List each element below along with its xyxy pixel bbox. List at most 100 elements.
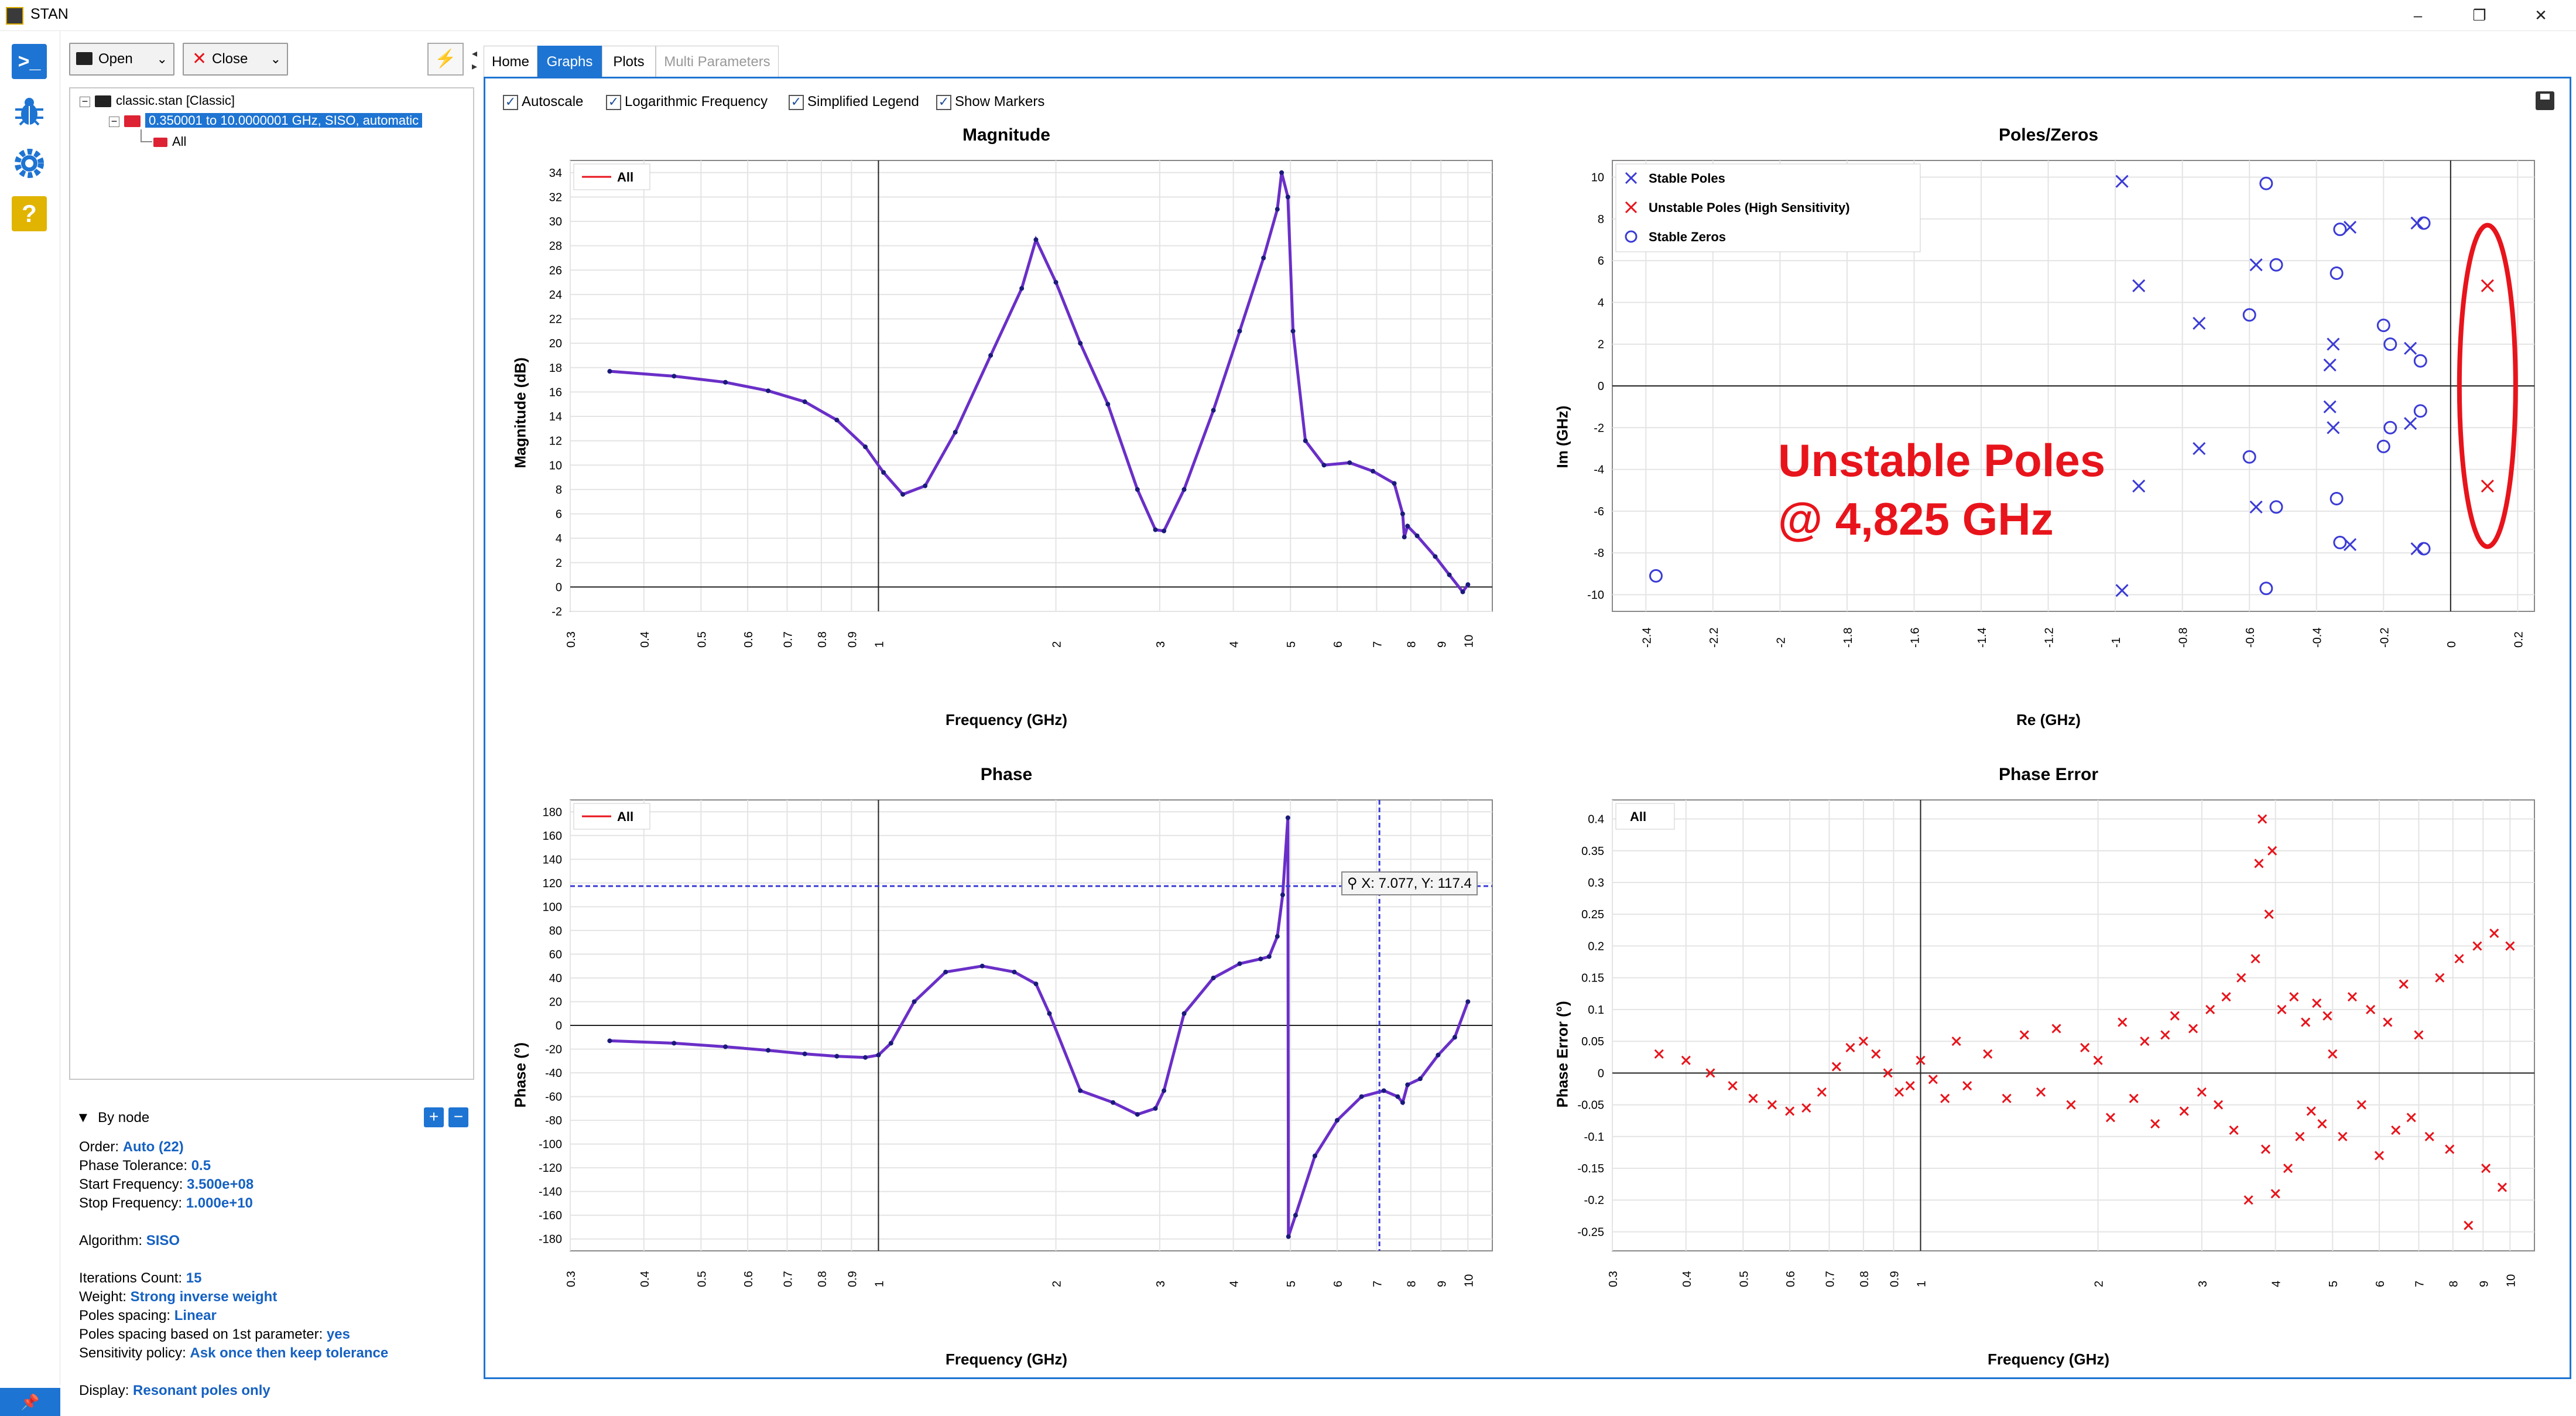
x-tick-label: 0.9 — [1888, 1271, 1901, 1287]
prop-sensitivity: Sensitivity policy: Ask once then keep t… — [79, 1345, 389, 1361]
prop-stop-frequency: Stop Frequency: 1.000e+10 — [79, 1195, 253, 1211]
x-tick-label: 0.8 — [1858, 1271, 1871, 1287]
data-point — [1405, 524, 1410, 529]
y-tick-label: -2 — [1594, 422, 1604, 435]
help-icon[interactable]: ? — [12, 196, 47, 231]
x-tick-label: 0.4 — [639, 1271, 652, 1287]
data-point — [1392, 481, 1397, 486]
y-tick-label: 2 — [556, 557, 562, 570]
data-point — [1033, 237, 1039, 242]
x-tick-label: 2 — [1051, 1281, 1064, 1287]
y-tick-label: 140 — [543, 853, 562, 866]
show-markers-checkbox[interactable]: ✓ Show Markers — [936, 94, 1044, 110]
prop-iterations-value[interactable]: 15 — [186, 1270, 202, 1286]
tree-collapse-toggle[interactable]: − — [80, 96, 90, 107]
tab-graphs[interactable]: Graphs — [537, 46, 602, 77]
y-tick-label: 10 — [549, 459, 562, 472]
phase-plot[interactable]: 0.3 0.4 0.5 0.6 0.7 0.8 0.9 1 2 3 4 5 6 7 8 9 10 -180 -160… — [485, 765, 1527, 1403]
check-icon: ✓ — [503, 94, 518, 110]
data-point — [802, 399, 807, 405]
y-tick-label: -0.05 — [1577, 1099, 1604, 1112]
close-window-icon[interactable]: ✕ — [2529, 5, 2553, 26]
x-tick-label: -1.8 — [1842, 628, 1855, 648]
x-tick-label: 10 — [1462, 1274, 1475, 1287]
prop-weight-value[interactable]: Strong inverse weight — [131, 1289, 278, 1305]
x-tick-label: 5 — [1285, 641, 1298, 648]
y-tick-label: -120 — [539, 1162, 562, 1175]
prop-order-value[interactable]: Auto (22) — [123, 1139, 184, 1155]
y-tick-label: -6 — [1594, 505, 1604, 518]
close-button[interactable]: ✕ Close ⌄ — [183, 43, 288, 76]
prop-algorithm-value[interactable]: SISO — [146, 1233, 180, 1249]
tree-node-dataset-label: 0.350001 to 10.0000001 GHz, SISO, automa… — [145, 113, 423, 128]
prop-display-value[interactable]: Resonant poles only — [133, 1383, 270, 1398]
legend-label: All — [617, 809, 633, 824]
x-tick-label: 1 — [873, 641, 886, 648]
x-tick-label: 6 — [1332, 641, 1345, 648]
x-tick-label: 7 — [1371, 1281, 1384, 1287]
activity-bar: >_ ? 📌 — [0, 31, 60, 1416]
prop-phase-tolerance: Phase Tolerance: 0.5 — [79, 1158, 211, 1174]
terminal-icon[interactable]: >_ — [12, 44, 47, 79]
tab-plots[interactable]: Plots — [602, 46, 656, 77]
by-node-filter[interactable]: ▼ By node — [76, 1110, 149, 1126]
x-tick-label: 1 — [1915, 1281, 1928, 1287]
tree-node-root[interactable]: classic.stan [Classic] — [95, 93, 235, 108]
data-point — [723, 379, 728, 385]
pin-icon[interactable]: 📌 — [0, 1388, 60, 1416]
open-button[interactable]: Open ⌄ — [69, 43, 174, 76]
data-point — [1465, 582, 1471, 587]
tab-home[interactable]: Home — [484, 46, 537, 77]
simplified-legend-checkbox[interactable]: ✓ Simplified Legend — [789, 94, 919, 110]
tree-collapse-toggle[interactable]: − — [109, 116, 119, 127]
prop-stop-frequency-value[interactable]: 1.000e+10 — [186, 1195, 253, 1211]
window-titlebar: STAN – ❐ ✕ — [0, 0, 2576, 31]
expand-all-button[interactable]: + — [424, 1107, 444, 1127]
magnitude-plot[interactable]: 0.3 0.4 0.5 0.6 0.7 0.8 0.9 1 2 3 4 5 6 7 8 9 10-2024681… — [485, 125, 1527, 764]
prop-poles-spacing-value[interactable]: Linear — [174, 1308, 217, 1323]
phase-error-plot[interactable]: 0.3 0.4 0.5 0.6 0.7 0.8 0.9 1 2 3 4 5 6 7 8 9 10 -0.25 -0.… — [1527, 765, 2570, 1403]
maximize-icon[interactable]: ❐ — [2468, 5, 2491, 26]
bug-icon[interactable] — [12, 94, 47, 129]
prop-poles-spacing-param-value[interactable]: yes — [327, 1326, 350, 1342]
data-point — [1395, 1094, 1400, 1099]
x-tick-label: 0.5 — [1738, 1271, 1751, 1287]
x-tick-label: 8 — [2448, 1281, 2461, 1287]
prop-sensitivity-value[interactable]: Ask once then keep tolerance — [190, 1345, 388, 1361]
y-tick-label: 0 — [556, 1020, 562, 1032]
y-tick-label: 160 — [543, 830, 562, 843]
y-tick-label: 80 — [549, 925, 562, 938]
y-tick-label: 0.05 — [1581, 1035, 1604, 1048]
lightning-icon: ⚡ — [434, 49, 457, 69]
x-tick-label: 0.5 — [696, 631, 708, 648]
x-tick-label: 3 — [1155, 1281, 1167, 1287]
run-fit-button[interactable]: ⚡ — [427, 43, 464, 76]
y-tick-label: -180 — [539, 1233, 562, 1246]
log-frequency-checkbox[interactable]: ✓ Logarithmic Frequency — [606, 94, 768, 110]
annotation-line-2: @ 4,825 GHz — [1778, 493, 2054, 545]
data-point — [1237, 329, 1242, 334]
minimize-icon[interactable]: – — [2406, 5, 2430, 26]
autoscale-checkbox[interactable]: ✓ Autoscale — [503, 94, 583, 110]
data-point — [1321, 463, 1327, 468]
tree-node-all[interactable]: All — [153, 134, 186, 149]
data-point — [1019, 286, 1025, 291]
save-icon[interactable] — [2536, 91, 2554, 110]
app-icon — [6, 7, 23, 25]
y-tick-label: 28 — [549, 240, 562, 253]
y-tick-label: 0.1 — [1588, 1004, 1604, 1017]
tree-node-dataset[interactable]: 0.350001 to 10.0000001 GHz, SISO, automa… — [124, 113, 423, 128]
filter-icon: ▼ — [76, 1110, 90, 1126]
y-tick-label: -60 — [545, 1091, 562, 1104]
y-tick-label: 26 — [549, 264, 562, 277]
prop-phase-tolerance-value[interactable]: 0.5 — [191, 1158, 211, 1174]
poles-zeros-chart: Poles/Zeros Im (GHz) Re (GHz) -2.4 -2.2 -2… — [1527, 125, 2570, 764]
y-tick-label: 40 — [549, 972, 562, 985]
panel-collapse-icon[interactable]: ◂ ▸ — [472, 47, 477, 73]
prop-start-frequency-value[interactable]: 3.500e+08 — [187, 1176, 254, 1192]
collapse-all-button[interactable]: − — [448, 1107, 468, 1127]
settings-icon[interactable] — [12, 146, 47, 181]
y-tick-label: 8 — [556, 484, 562, 497]
x-tick-label: 4 — [1228, 1281, 1241, 1287]
x-tick-label: 0 — [2445, 641, 2458, 648]
